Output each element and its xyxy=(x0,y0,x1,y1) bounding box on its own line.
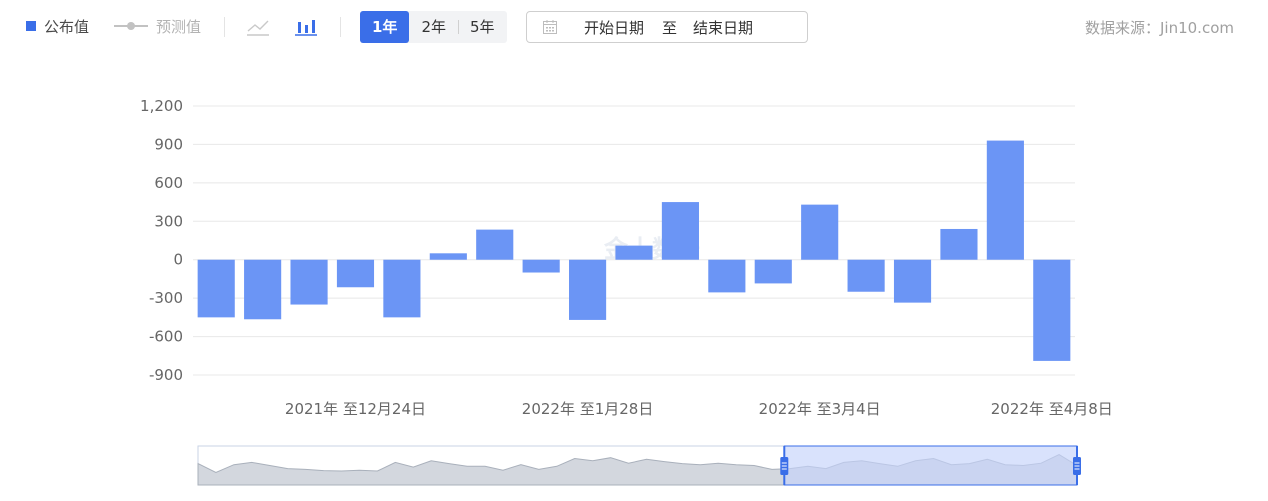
y-tick-label: -600 xyxy=(149,328,183,346)
toolbar: 公布值 预测值 1年 2年 5年 开始日期 至 结束日期 数据来源：Jin10.… xyxy=(0,0,1268,54)
bar-chart-icon[interactable] xyxy=(294,15,318,37)
overview-slider[interactable] xyxy=(197,445,1081,486)
period-selector: 1年 2年 5年 xyxy=(360,11,507,43)
bar[interactable] xyxy=(244,259,282,320)
bar[interactable] xyxy=(986,140,1024,260)
period-5y-button[interactable]: 5年 xyxy=(457,11,507,43)
y-tick-label: 600 xyxy=(154,174,183,192)
end-date-input[interactable]: 结束日期 xyxy=(693,17,753,38)
y-tick-label: -900 xyxy=(149,366,183,384)
bar[interactable] xyxy=(522,259,560,273)
y-tick-label: 300 xyxy=(154,212,183,230)
x-tick-label: 2022年 至1月28日 xyxy=(522,400,654,418)
y-tick-label: 900 xyxy=(154,135,183,153)
start-date-input[interactable]: 开始日期 xyxy=(584,17,644,38)
toolbar-divider xyxy=(224,17,225,37)
bar[interactable] xyxy=(1033,259,1071,361)
y-axis-tick-labels: 1,200 900 600 300 0 -300 -600 -900 xyxy=(140,97,183,384)
bar[interactable] xyxy=(940,228,978,260)
bar[interactable] xyxy=(290,259,328,305)
legend-forecast-line-icon xyxy=(114,22,148,30)
bars xyxy=(197,140,1071,361)
overview-selection[interactable] xyxy=(783,445,1078,486)
line-chart-icon[interactable] xyxy=(246,15,270,37)
y-tick-label: 1,200 xyxy=(140,97,183,115)
x-tick-label: 2021年 至12月24日 xyxy=(285,400,426,418)
legend-published-swatch xyxy=(26,21,36,31)
x-axis-tick-labels: 2021年 至12月24日 2022年 至1月28日 2022年 至3月4日 2022… xyxy=(285,400,1113,418)
bar[interactable] xyxy=(197,259,235,318)
bar[interactable] xyxy=(336,259,375,288)
x-tick-label: 2022年 至3月4日 xyxy=(759,400,881,418)
bar[interactable] xyxy=(429,253,467,260)
period-1y-button[interactable]: 1年 xyxy=(360,11,410,43)
bar[interactable] xyxy=(383,259,421,318)
legend-forecast[interactable]: 预测值 xyxy=(114,16,201,36)
bar[interactable] xyxy=(801,204,839,260)
toolbar-divider xyxy=(340,17,341,37)
bar[interactable] xyxy=(661,202,699,260)
bar[interactable] xyxy=(569,259,607,320)
y-tick-label: 0 xyxy=(173,251,183,269)
date-range-separator: 至 xyxy=(662,18,678,37)
calendar-icon xyxy=(543,20,557,34)
period-2y-button[interactable]: 2年 xyxy=(409,11,458,43)
bar-chart: 1,2009006003000-300-600-900 金十数据 2021年 至… xyxy=(140,97,1113,486)
legend-forecast-label: 预测值 xyxy=(156,17,202,36)
bar[interactable] xyxy=(847,259,885,292)
bar[interactable] xyxy=(708,259,746,293)
data-source-label: 数据来源：Jin10.com xyxy=(1085,19,1234,37)
legend-published-label: 公布值 xyxy=(44,17,90,36)
bar[interactable] xyxy=(476,229,514,260)
legend-published[interactable]: 公布值 xyxy=(26,16,89,36)
x-tick-label: 2022年 至4月8日 xyxy=(991,400,1113,418)
bar[interactable] xyxy=(754,259,792,284)
bar[interactable] xyxy=(615,245,653,260)
bar[interactable] xyxy=(893,259,932,303)
y-tick-label: -300 xyxy=(149,289,183,307)
date-range-picker[interactable]: 开始日期 至 结束日期 xyxy=(526,11,808,43)
